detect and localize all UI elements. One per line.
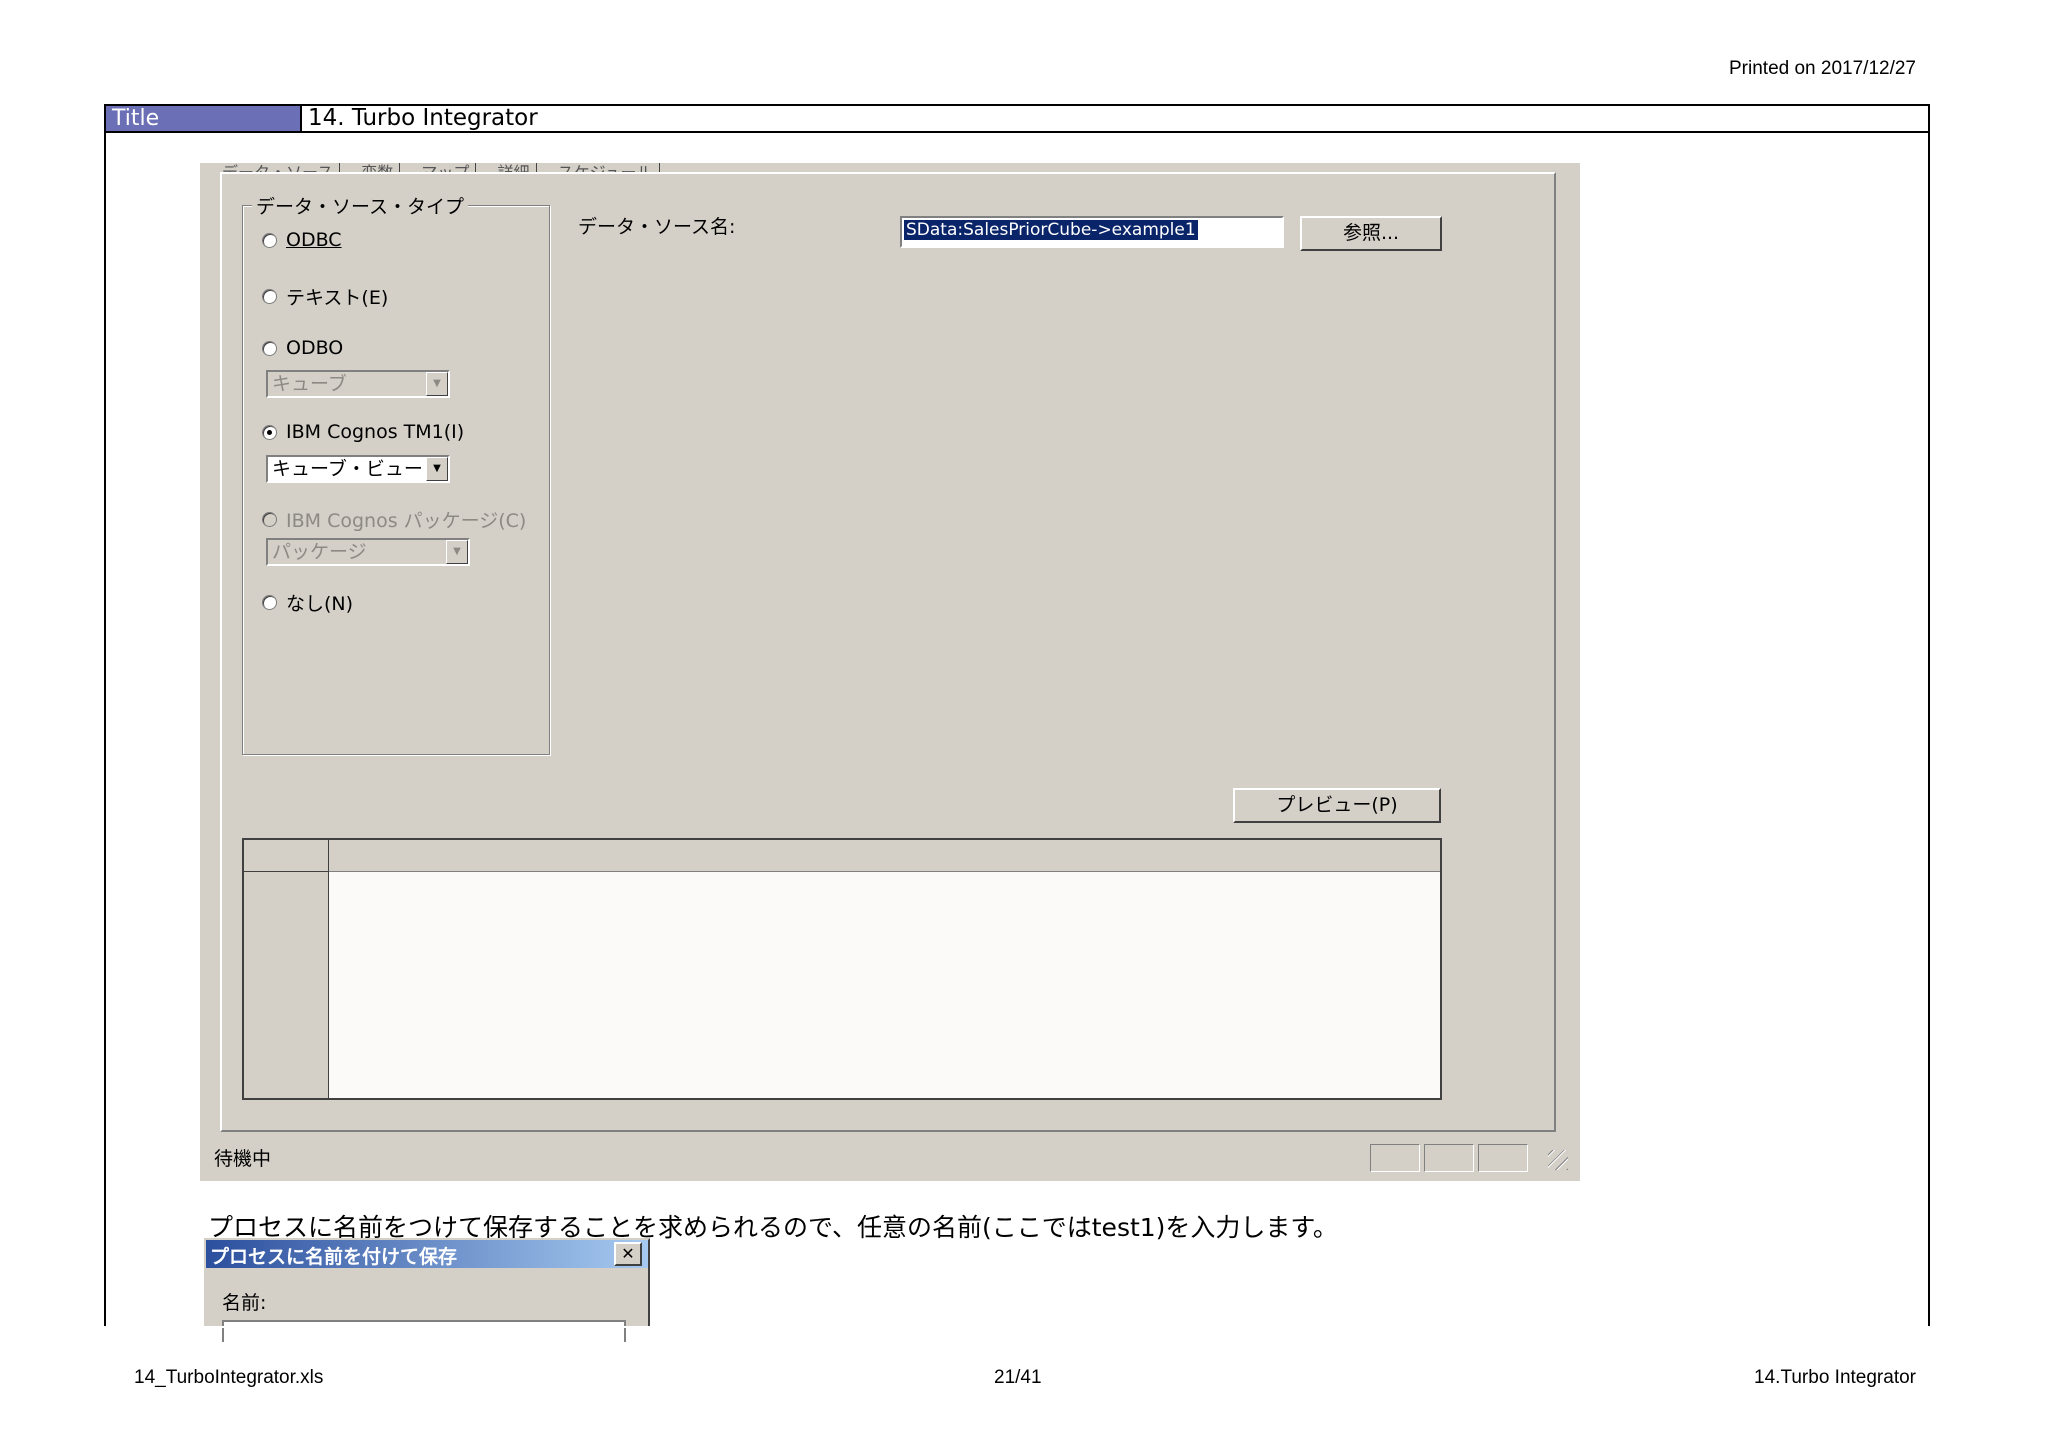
combo-value: キューブ・ビュー (272, 458, 423, 480)
combo-value: パッケージ (272, 541, 367, 563)
radio-odbc[interactable]: ODBC (262, 229, 342, 251)
datasource-name-value: SData:SalesPriorCube->example1 (904, 220, 1198, 240)
footer-filename: 14_TurboIntegrator.xls (134, 1367, 324, 1388)
odbo-combo: キューブ ▼ (266, 370, 450, 398)
status-bar (206, 1133, 1574, 1171)
preview-grid[interactable] (242, 838, 1442, 1100)
radio-odbo[interactable]: ODBO (262, 337, 343, 359)
package-combo: パッケージ ▼ (266, 538, 470, 566)
radio-label: ODBC (286, 229, 342, 251)
resize-grip-icon[interactable] (1548, 1150, 1568, 1170)
browse-button[interactable]: 参照... (1300, 216, 1442, 251)
status-text: 待機中 (214, 1148, 272, 1170)
chevron-down-icon[interactable]: ▼ (426, 457, 448, 481)
radio-label: なし(N) (286, 593, 354, 615)
name-input[interactable] (222, 1320, 626, 1342)
radio-button-icon (262, 424, 277, 440)
footer-page-number: 21/41 (994, 1367, 1042, 1388)
radio-button-icon (262, 232, 277, 248)
radio-none[interactable]: なし(N) (262, 589, 353, 616)
grid-row-header (244, 872, 329, 1098)
grid-column-header (329, 840, 1440, 872)
tm1-combo[interactable]: キューブ・ビュー ▼ (266, 455, 450, 483)
title-label: Title (106, 106, 302, 131)
radio-button-icon (262, 595, 277, 610)
radio-label: IBM Cognos パッケージ(C) (286, 510, 527, 532)
dialog-title: プロセスに名前を付けて保存 (210, 1246, 458, 1268)
radio-tm1[interactable]: IBM Cognos TM1(I) (262, 421, 464, 443)
radio-label: IBM Cognos TM1(I) (286, 421, 465, 443)
radio-text[interactable]: テキスト(E) (262, 283, 388, 310)
datasource-name-input[interactable]: SData:SalesPriorCube->example1 (900, 216, 1284, 248)
footer-sheet-name: 14.Turbo Integrator (1754, 1367, 1916, 1388)
name-label: 名前: (222, 1292, 267, 1314)
radio-button-icon (262, 512, 277, 527)
grid-corner-cell (244, 840, 329, 872)
group-legend: データ・ソース・タイプ (252, 192, 469, 219)
title-value: 14. Turbo Integrator (308, 105, 538, 131)
preview-button[interactable]: プレビュー(P) (1233, 788, 1441, 823)
radio-package: IBM Cognos パッケージ(C) (262, 506, 526, 533)
radio-label: テキスト(E) (286, 287, 389, 309)
status-panel (1424, 1144, 1474, 1172)
status-panel (1478, 1144, 1528, 1172)
print-date: Printed on 2017/12/27 (1729, 58, 1916, 79)
radio-label: ODBO (286, 337, 344, 359)
title-bar: Title 14. Turbo Integrator (104, 104, 1930, 133)
page-clip (104, 1326, 1930, 1328)
radio-button-icon (262, 289, 277, 304)
chevron-down-icon: ▼ (446, 540, 468, 564)
combo-value: キューブ (272, 373, 347, 395)
chevron-down-icon: ▼ (426, 372, 448, 396)
close-icon[interactable]: ✕ (614, 1242, 642, 1266)
status-panel (1370, 1144, 1420, 1172)
radio-button-icon (262, 340, 277, 356)
datasource-name-label: データ・ソース名: (578, 216, 736, 238)
